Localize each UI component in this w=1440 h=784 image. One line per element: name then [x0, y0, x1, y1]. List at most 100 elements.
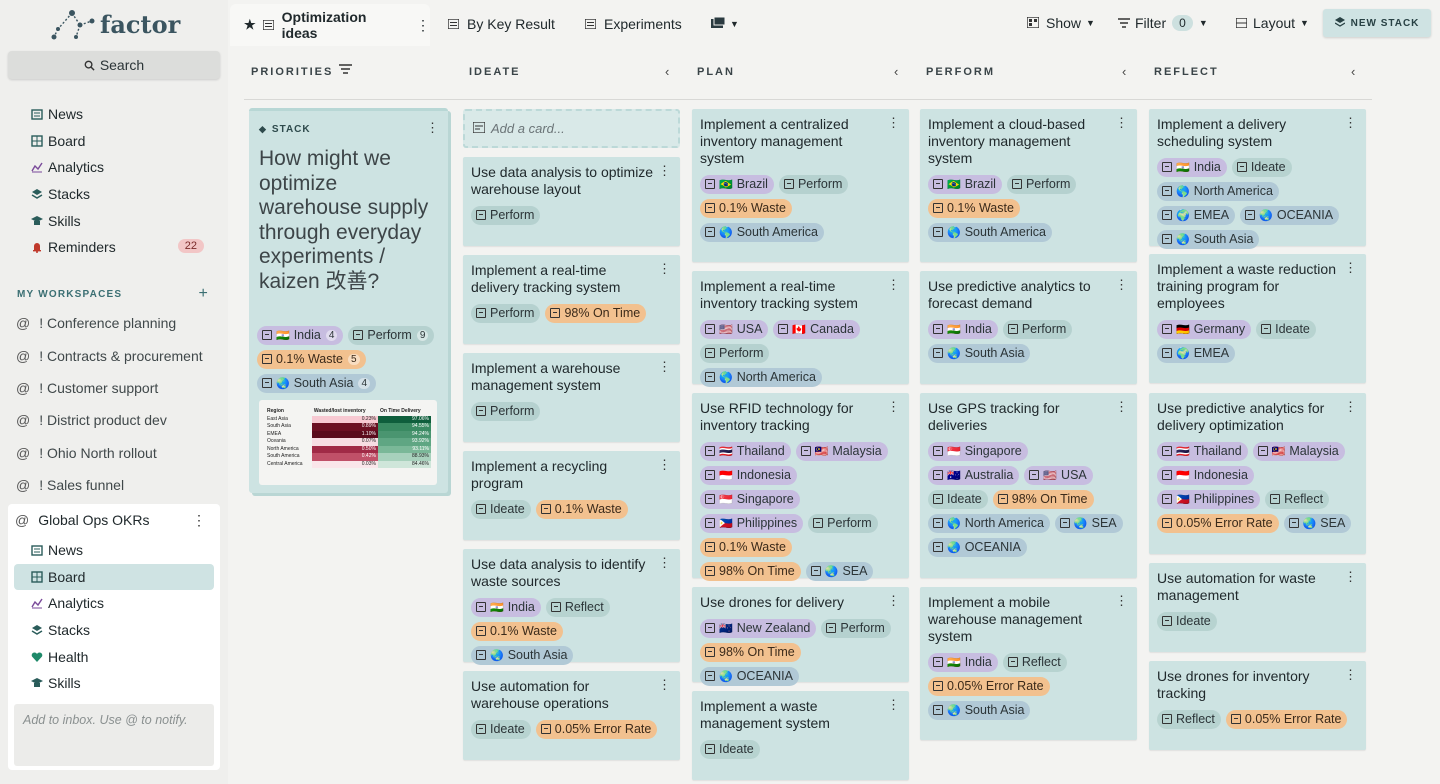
tag-region[interactable]: 🌏 South Asia	[928, 343, 1031, 363]
gops-nav-health[interactable]: Health	[14, 643, 214, 670]
tag-country[interactable]: 🇮🇳 India	[928, 652, 998, 672]
kebab-menu-icon[interactable]: ⋮	[658, 360, 671, 373]
tag-country[interactable]: 🇮🇩 Indonesia	[700, 465, 797, 485]
tag-country[interactable]: 🇦🇺 Australia	[928, 465, 1020, 485]
tag-country[interactable]: 🇺🇸 USA	[1024, 465, 1093, 485]
show-button[interactable]: Show ▼	[1026, 10, 1095, 36]
workspace-item[interactable]: @ ! Conference planning	[14, 307, 219, 339]
tag-region[interactable]: 🌏 SEA	[1283, 513, 1352, 533]
collapse-left-icon[interactable]: ‹	[894, 64, 898, 79]
kebab-menu-icon[interactable]: ⋮	[887, 116, 900, 129]
tag-region[interactable]: 🌏 SEA	[1054, 513, 1123, 533]
tag-country[interactable]: 🇸🇬 Singapore	[928, 441, 1028, 461]
sort-icon[interactable]	[339, 64, 352, 77]
tag-country[interactable]: 🇹🇭 Thailand	[700, 441, 791, 461]
card[interactable]: ⋮ Implement a cloud-based inventory manag…	[920, 109, 1137, 262]
tag-perform[interactable]: Perform	[471, 303, 541, 323]
tab-optimization-ideas[interactable]: ★ Optimization ideas ⋮	[230, 4, 430, 46]
tag-metric[interactable]: 0.05% Error Rate	[1157, 513, 1279, 533]
tag-metric[interactable]: 98% On Time	[700, 642, 801, 662]
card[interactable]: ⋮ Implement a waste management system Idea…	[692, 691, 909, 780]
tag-perform[interactable]: Perform	[1002, 319, 1073, 339]
gops-nav-stacks[interactable]: Stacks	[14, 617, 214, 644]
card[interactable]: ⋮ Implement a warehouse management system…	[463, 353, 680, 442]
kebab-menu-icon[interactable]: ⋮	[1115, 278, 1128, 291]
tag-metric[interactable]: 0.1% Waste	[928, 198, 1020, 218]
card[interactable]: ⋮ Use data analysis to identify waste sou…	[463, 549, 680, 665]
tag-region[interactable]: 🌎 North America	[700, 367, 822, 387]
collapse-left-icon[interactable]: ‹	[1351, 64, 1355, 79]
kebab-menu-icon[interactable]: ⋮	[1344, 668, 1357, 681]
nav-skills[interactable]: Skills	[14, 207, 214, 234]
tag-country[interactable]: 🇮🇳 India	[1157, 157, 1227, 177]
tag-metric[interactable]: 0.1% Waste	[700, 198, 792, 218]
workspace-item[interactable]: @ ! District product dev	[14, 404, 219, 436]
add-view-button[interactable]: ▼	[711, 4, 739, 44]
tag-perform[interactable]: Perform	[700, 343, 770, 363]
inbox-input[interactable]: Add to inbox. Use @ to notify.	[14, 704, 214, 766]
card[interactable]: ⋮ Use RFID technology for inventory track…	[692, 393, 909, 581]
tag-region[interactable]: 🌏 South Asia	[928, 700, 1031, 720]
tag-region[interactable]: 🌏 OCEANIA	[700, 666, 799, 686]
tag-metric[interactable]: 0.05% Error Rate	[928, 676, 1050, 696]
workspace-item[interactable]: @ ! Contracts & procurement	[14, 339, 219, 371]
kebab-menu-icon[interactable]: ⋮	[887, 698, 900, 711]
tag-stage2[interactable]: Reflect	[1157, 709, 1221, 729]
tag-perform[interactable]: Perform 9	[348, 325, 435, 345]
card[interactable]: ⋮ Use drones for delivery 🇳🇿 New Zealand Per…	[692, 587, 909, 686]
kebab-menu-icon[interactable]: ⋮	[1344, 116, 1357, 129]
kebab-menu-icon[interactable]: ⋮	[1115, 594, 1128, 607]
card[interactable]: ⋮ Use predictive analytics for delivery o…	[1149, 393, 1366, 554]
card[interactable]: ⋮ Use automation for waste management Idea…	[1149, 563, 1366, 652]
tag-region[interactable]: 🌏 South Asia	[471, 645, 574, 665]
kebab-menu-icon[interactable]: ⋮	[658, 262, 671, 275]
card[interactable]: ⋮ Use predictive analytics to forecast de…	[920, 271, 1137, 384]
tag-metric[interactable]: 0.1% Waste	[700, 537, 792, 557]
card[interactable]: ⋮ Implement a recycling program Ideate 0.1%…	[463, 451, 680, 540]
tag-metric[interactable]: 98% On Time	[545, 303, 647, 323]
kebab-menu-icon[interactable]: ⋮	[658, 556, 671, 569]
gops-nav-analytics[interactable]: Analytics	[14, 590, 214, 617]
tag-country[interactable]: 🇲🇾 Malaysia	[795, 441, 888, 461]
layout-button[interactable]: Layout ▼	[1235, 10, 1309, 36]
tag-region[interactable]: 🌎 South America	[928, 222, 1052, 242]
card[interactable]: ⋮ Implement a waste reduction training pr…	[1149, 254, 1366, 383]
tag-country[interactable]: 🇨🇦 Canada	[773, 319, 860, 339]
nav-reminders[interactable]: Reminders 22	[14, 234, 214, 261]
kebab-menu-icon[interactable]: ⋮	[1344, 570, 1357, 583]
brand-logo[interactable]: factor	[50, 6, 180, 42]
stack-thumbnail[interactable]: Region Wasted/lost inventory On Time Deliv…	[259, 400, 437, 485]
card[interactable]: ⋮ Implement a delivery scheduling system 🇮…	[1149, 109, 1366, 249]
nav-stacks[interactable]: Stacks	[14, 181, 214, 208]
tag-country[interactable]: 🇧🇷 Brazil	[928, 174, 1002, 194]
tag-country[interactable]: 🇮🇩 Indonesia	[1157, 465, 1254, 485]
tag-region[interactable]: 🌎 North America	[928, 513, 1050, 533]
kebab-menu-icon[interactable]: ⋮	[887, 278, 900, 291]
workspace-item[interactable]: @ ! Ohio North rollout	[14, 437, 219, 469]
tag-stage2[interactable]: Ideate	[471, 499, 531, 519]
gops-nav-news[interactable]: News	[14, 537, 214, 564]
search-button[interactable]: Search	[8, 51, 220, 79]
tag-region[interactable]: 🌏 OCEANIA	[928, 537, 1027, 557]
star-icon[interactable]: ★	[244, 17, 256, 33]
collapse-left-icon[interactable]: ‹	[665, 64, 669, 79]
card[interactable]: ⋮ Use data analysis to optimize warehouse…	[463, 157, 680, 246]
tag-perform[interactable]: Perform	[471, 205, 541, 225]
tag-stage2[interactable]: Reflect	[1002, 652, 1067, 672]
tag-stage2[interactable]: Ideate	[700, 739, 760, 759]
tag-metric[interactable]: 98% On Time	[992, 489, 1094, 509]
tag-country[interactable]: 🇸🇬 Singapore	[700, 489, 800, 509]
nav-news[interactable]: News	[14, 101, 214, 128]
workspace-item[interactable]: @ ! Customer support	[14, 372, 219, 404]
filter-button[interactable]: Filter 0 ▼	[1118, 10, 1208, 36]
tag-country[interactable]: 🇮🇳 India 4	[257, 325, 344, 345]
card[interactable]: ⋮ Use GPS tracking for deliveries 🇸🇬 Singap…	[920, 393, 1137, 578]
tag-perform[interactable]: Perform	[778, 174, 849, 194]
tag-country[interactable]: 🇹🇭 Thailand	[1157, 441, 1248, 461]
tag-stage2[interactable]: Reflect	[1265, 489, 1330, 509]
tag-region[interactable]: 🌎 South America	[700, 222, 824, 242]
tag-metric[interactable]: 0.05% Error Rate	[535, 719, 658, 739]
card[interactable]: ⋮ Implement a centralized inventory manag…	[692, 109, 909, 262]
tag-region[interactable]: 🌏 OCEANIA	[1240, 205, 1340, 225]
kebab-menu-icon[interactable]: ⋮	[658, 458, 671, 471]
